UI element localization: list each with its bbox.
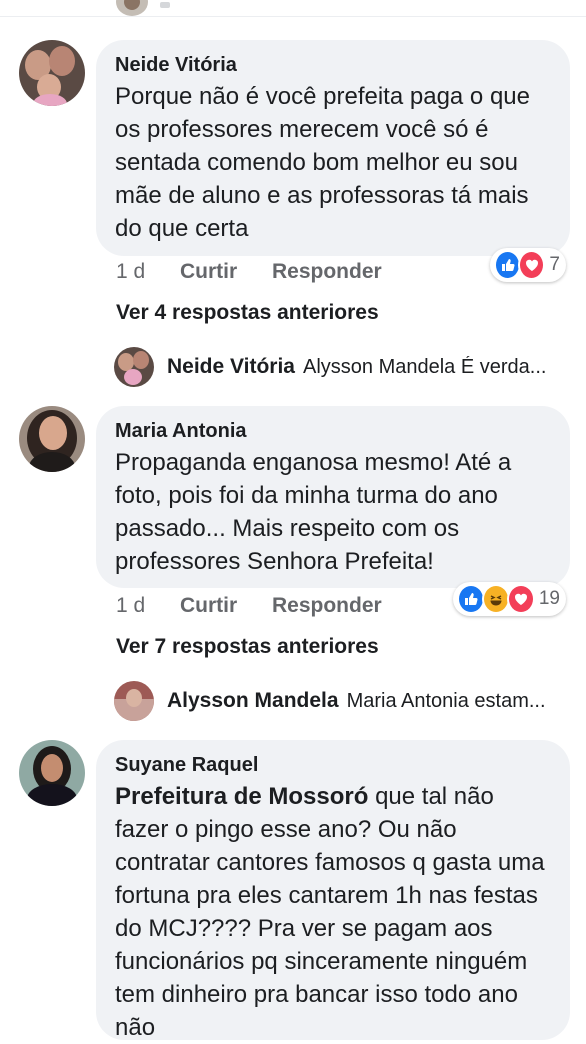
comment-bubble[interactable]: Maria Antonia Propaganda enganosa mesmo!… <box>96 406 570 588</box>
comment-time: 1 d <box>116 594 146 617</box>
comment-text-body: que tal não fazer o pingo esse ano? Ou n… <box>115 783 545 1041</box>
latest-reply-row[interactable]: Alysson Mandela Maria Antonia estam... <box>114 681 570 721</box>
mention-link[interactable]: Prefeitura de Mossoró <box>115 783 368 810</box>
avatar[interactable] <box>114 347 154 387</box>
laughing-face-icon <box>481 584 510 614</box>
avatar[interactable] <box>19 740 85 806</box>
reaction-summary[interactable]: 19 <box>453 582 566 616</box>
partial-text <box>160 2 170 8</box>
reply-preview: Alysson Mandela É verda... <box>303 355 547 378</box>
previous-reply-row-partial <box>0 0 586 17</box>
comment-time: 1 d <box>116 260 146 283</box>
reaction-count: 7 <box>549 254 560 275</box>
comment-text: Propaganda enganosa mesmo! Até a foto, p… <box>115 449 512 575</box>
latest-reply-row[interactable]: Neide Vitória Alysson Mandela É verda... <box>114 347 570 387</box>
reply-author[interactable]: Alysson Mandela <box>167 689 339 713</box>
comment-text: Porque não é você prefeita paga o que os… <box>115 83 530 242</box>
comment-author[interactable]: Maria Antonia <box>115 418 552 444</box>
reply-author[interactable]: Neide Vitória <box>167 355 295 379</box>
like-button[interactable]: Curtir <box>180 594 272 618</box>
heart-icon <box>518 250 546 280</box>
comment-author[interactable]: Suyane Raquel <box>115 752 552 778</box>
comment-bubble[interactable]: Suyane Raquel Prefeitura de Mossoró que … <box>96 740 570 1041</box>
reaction-summary[interactable]: 7 <box>490 248 566 282</box>
like-button[interactable]: Curtir <box>180 260 272 284</box>
avatar[interactable] <box>19 406 85 472</box>
view-previous-replies-link[interactable]: Ver 7 respostas anteriores <box>116 635 379 659</box>
comment-text: Prefeitura de Mossoró que tal não fazer … <box>115 780 552 1044</box>
avatar[interactable] <box>19 40 85 106</box>
reaction-count: 19 <box>538 588 560 609</box>
thumbs-up-icon <box>457 584 485 614</box>
reply-button[interactable]: Responder <box>272 594 382 618</box>
avatar[interactable] <box>116 0 148 16</box>
reply-button[interactable]: Responder <box>272 260 382 284</box>
heart-icon <box>506 584 535 614</box>
comment-bubble[interactable]: Neide Vitória Porque não é você prefeita… <box>96 40 570 256</box>
comment-author[interactable]: Neide Vitória <box>115 52 552 78</box>
avatar[interactable] <box>114 681 154 721</box>
reply-preview: Maria Antonia estam... <box>346 689 546 712</box>
comment-actions: 1 d Curtir Responder <box>116 260 382 284</box>
thumbs-up-icon <box>494 250 522 280</box>
comment-actions: 1 d Curtir Responder <box>116 594 382 618</box>
view-previous-replies-link[interactable]: Ver 4 respostas anteriores <box>116 301 379 325</box>
